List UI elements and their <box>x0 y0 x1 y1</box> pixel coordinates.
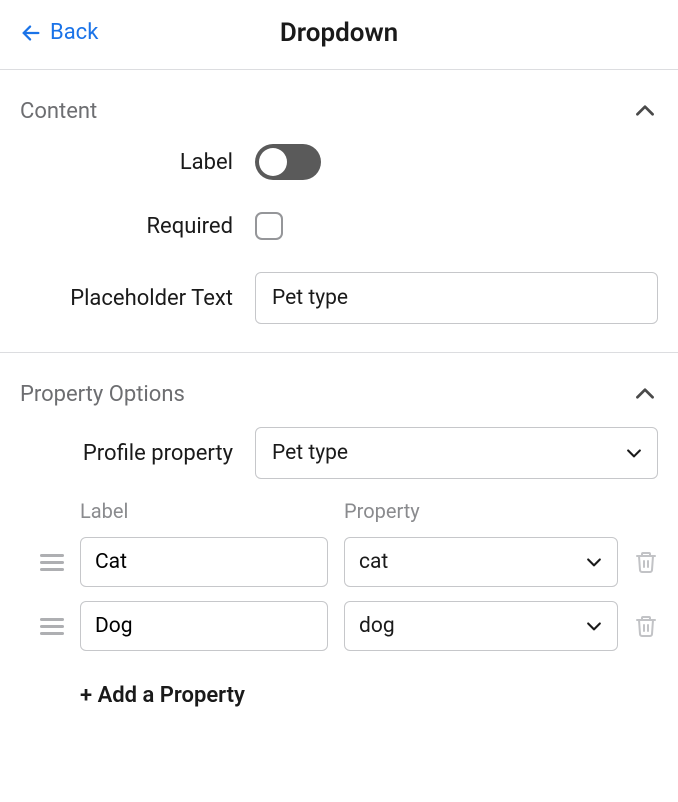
arrow-left-icon <box>20 22 42 44</box>
column-label-title: Label <box>80 499 328 523</box>
content-section-header[interactable]: Content <box>20 70 658 144</box>
add-property-button[interactable]: + Add a Property <box>20 683 658 708</box>
placeholder-field-label: Placeholder Text <box>20 286 255 311</box>
profile-property-value: Pet type <box>272 441 348 465</box>
content-section: Content Label Required Placeholder Text <box>0 70 678 324</box>
placeholder-text-input[interactable] <box>255 272 658 324</box>
columns-header: Label Property <box>20 499 658 523</box>
label-field-label: Label <box>20 150 255 175</box>
page-title: Dropdown <box>280 18 398 48</box>
option-property-value: dog <box>359 614 395 638</box>
required-row: Required <box>20 212 658 240</box>
content-section-title: Content <box>20 99 97 124</box>
option-label-input[interactable] <box>80 601 328 651</box>
option-label-input[interactable] <box>80 537 328 587</box>
profile-property-row: Profile property Pet type <box>20 427 658 479</box>
option-property-value: cat <box>359 550 388 574</box>
profile-property-select[interactable]: Pet type <box>255 427 658 479</box>
required-checkbox[interactable] <box>255 212 283 240</box>
property-options-header[interactable]: Property Options <box>20 353 658 427</box>
toggle-thumb <box>259 148 287 176</box>
drag-handle-icon[interactable] <box>40 550 64 574</box>
option-row: dog <box>20 601 658 651</box>
option-row: cat <box>20 537 658 587</box>
chevron-up-icon[interactable] <box>632 98 658 124</box>
property-options-title: Property Options <box>20 382 185 407</box>
required-field-label: Required <box>20 214 255 239</box>
trash-icon[interactable] <box>634 614 658 638</box>
add-property-label: + Add a Property <box>80 683 245 708</box>
trash-icon[interactable] <box>634 550 658 574</box>
column-property-title: Property <box>344 499 658 523</box>
drag-handle-icon[interactable] <box>40 614 64 638</box>
profile-property-label: Profile property <box>20 441 255 466</box>
label-toggle[interactable] <box>255 144 321 180</box>
page-header: Back Dropdown <box>0 0 678 63</box>
chevron-up-icon[interactable] <box>632 381 658 407</box>
placeholder-row: Placeholder Text <box>20 272 658 324</box>
back-label: Back <box>50 20 98 45</box>
option-property-select[interactable]: dog <box>344 601 618 651</box>
option-property-select[interactable]: cat <box>344 537 618 587</box>
label-row: Label <box>20 144 658 180</box>
property-options-section: Property Options Profile property Pet ty… <box>0 353 678 708</box>
back-button[interactable]: Back <box>20 20 98 45</box>
